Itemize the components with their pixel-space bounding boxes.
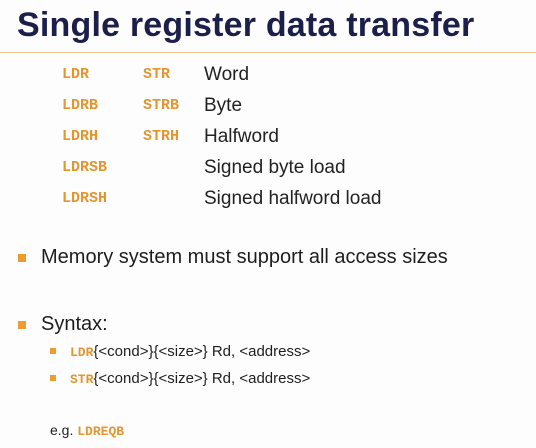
syntax-operands: {<cond>}{<size>} Rd, <address> [93,370,311,387]
load-instruction: LDR [62,66,90,83]
load-instruction: LDRSB [62,159,108,176]
load-instruction: LDRH [62,128,99,145]
syntax-op: LDR [70,345,94,360]
slide: Single register data transfer LDR STR Wo… [0,0,536,448]
example-prefix: e.g. [50,422,78,438]
instruction-description: Signed byte load [204,157,346,178]
syntax-text: LDR{<cond>}{<size>} Rd, <address> [70,343,310,360]
bullet-text: Memory system must support all access si… [41,246,448,268]
instruction-description: Halfword [204,126,279,147]
load-instruction: LDRSH [62,190,108,207]
syntax-operands: {<cond>}{<size>} Rd, <address> [93,343,311,360]
example-op: LDREQB [77,424,125,439]
load-instruction: LDRB [62,97,99,114]
bullet-marker [18,254,26,262]
instruction-description: Byte [204,95,243,116]
store-instruction: STRH [143,128,180,145]
instruction-description: Signed halfword load [204,188,382,209]
bullet-marker [18,321,26,329]
instruction-description: Word [204,64,250,85]
store-instruction: STRB [143,97,180,114]
slide-title: Single register data transfer [17,6,475,44]
bullet-text: Syntax: [41,313,108,335]
sub-bullet-marker [50,348,56,354]
sub-bullet-marker [50,375,56,381]
example-line: e.g. LDREQB [50,422,124,439]
syntax-text: STR{<cond>}{<size>} Rd, <address> [70,370,310,387]
syntax-op: STR [70,372,94,387]
store-instruction: STR [143,66,171,83]
title-divider [0,52,536,53]
